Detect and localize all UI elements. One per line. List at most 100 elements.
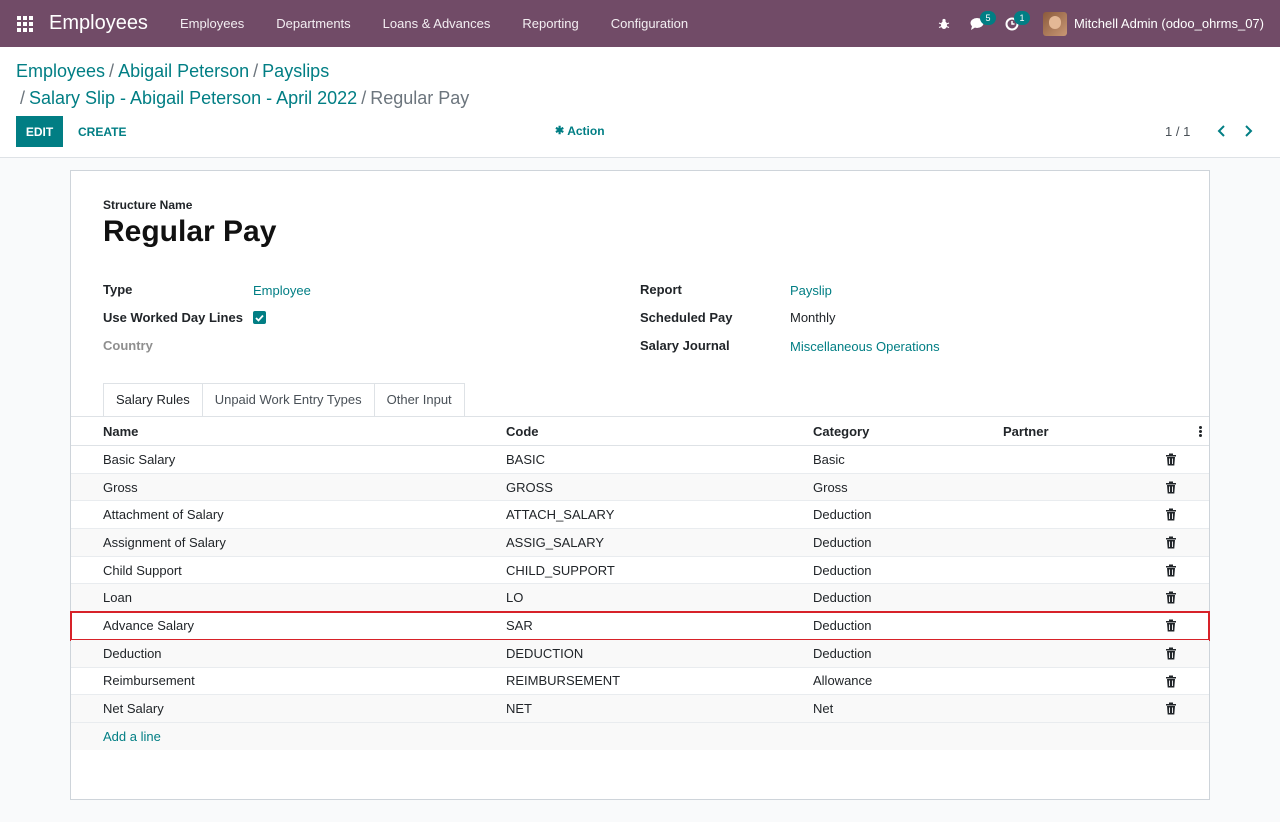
column-category[interactable]: Category [813, 424, 869, 439]
row-name: Deduction [103, 645, 162, 661]
row-code: SAR [506, 617, 533, 633]
salary-journal-value[interactable]: Miscellaneous Operations [790, 339, 940, 354]
add-a-line-link[interactable]: Add a line [103, 729, 161, 744]
table-row[interactable]: Deduction DEDUCTION Deduction [71, 639, 1209, 668]
trash-icon[interactable] [1165, 453, 1177, 466]
column-name[interactable]: Name [103, 424, 138, 439]
scheduled-pay-value: Monthly [790, 310, 836, 325]
row-category: Deduction [813, 645, 872, 661]
table-body: Basic Salary BASIC Basic Gross GROSS Gross A… [70, 446, 1210, 723]
column-partner[interactable]: Partner [1003, 424, 1049, 439]
table-row[interactable]: Basic Salary BASIC Basic [71, 446, 1209, 474]
table-row[interactable]: Assignment of Salary ASSIG_SALARY Deductio… [71, 529, 1209, 557]
row-name: Advance Salary [103, 617, 195, 633]
action-label: Action [567, 124, 605, 138]
trash-icon[interactable] [1165, 591, 1177, 604]
edit-button[interactable]: EDIT [16, 116, 63, 147]
row-name: Reimbursement [103, 673, 195, 689]
salary-rules-table: Name Code Category Partner Basic Salary B… [70, 417, 1210, 750]
breadcrumb-employees[interactable]: Employees [16, 61, 105, 81]
type-value[interactable]: Employee [253, 283, 311, 298]
row-name: Net Salary [103, 701, 164, 717]
trash-icon[interactable] [1165, 564, 1177, 577]
menu-configuration[interactable]: Configuration [595, 0, 704, 47]
pager-previous-icon[interactable] [1209, 119, 1233, 143]
column-code[interactable]: Code [506, 424, 539, 439]
row-category: Gross [813, 479, 848, 495]
row-code: ASSIG_SALARY [506, 534, 605, 550]
trash-icon[interactable] [1165, 702, 1177, 715]
user-avatar [1042, 11, 1067, 36]
pager-value[interactable]: 1 / 1 [1165, 116, 1190, 147]
messages-icon[interactable]: 5 [961, 0, 996, 47]
tab-unpaid-work-entry-types[interactable]: Unpaid Work Entry Types [202, 383, 375, 417]
notebook-tabs: Salary Rules Unpaid Work Entry Types Oth… [103, 383, 465, 417]
structure-name-label: Structure Name [103, 198, 193, 212]
row-category: Deduction [813, 562, 872, 578]
table-row[interactable]: Reimbursement REIMBURSEMENT Allowance [71, 668, 1209, 696]
report-label: Report [640, 282, 682, 297]
table-row[interactable]: Loan LO Deduction [71, 584, 1209, 613]
table-row[interactable]: Gross GROSS Gross [71, 473, 1209, 502]
breadcrumb: Employees / Abigail Peterson / Payslips / Sala… [16, 61, 470, 108]
trash-icon[interactable] [1165, 675, 1177, 688]
table-row[interactable]: Attachment of Salary ATTACH_SALARY Deducti… [71, 501, 1209, 530]
table-row-highlighted[interactable]: Advance Salary SAR Deduction [70, 611, 1210, 641]
menu-reporting[interactable]: Reporting [506, 0, 594, 47]
breadcrumb-employee[interactable]: Abigail Peterson [118, 61, 249, 81]
user-name: Mitchell Admin (odoo_ohrms_07) [1073, 16, 1264, 31]
checkmark-icon [255, 314, 264, 322]
row-code: DEDUCTION [506, 645, 584, 661]
report-value[interactable]: Payslip [790, 283, 832, 298]
menu-loans-advances[interactable]: Loans & Advances [367, 0, 507, 47]
activities-clock-icon[interactable]: 1 [995, 0, 1030, 47]
trash-icon[interactable] [1165, 536, 1177, 549]
row-category: Deduction [813, 507, 872, 523]
user-menu[interactable]: Mitchell Admin (odoo_ohrms_07) [1042, 11, 1264, 36]
apps-menu-icon[interactable] [17, 15, 33, 32]
table-header: Name Code Category Partner [71, 417, 1209, 446]
tab-other-input[interactable]: Other Input [374, 383, 465, 417]
worked-day-lines-checkbox[interactable] [253, 311, 266, 324]
menu-employees[interactable]: Employees [164, 0, 260, 47]
menu-departments[interactable]: Departments [260, 0, 366, 47]
row-name: Child Support [103, 562, 182, 578]
table-row[interactable]: Net Salary NET Net [71, 695, 1209, 723]
add-line-row: Add a line [71, 722, 1209, 750]
worked-day-lines-label: Use Worked Day Lines [103, 310, 243, 325]
breadcrumb-payslips[interactable]: Payslips [262, 61, 329, 81]
main-menu: Employees Departments Loans & Advances R… [164, 0, 704, 47]
trash-icon[interactable] [1165, 508, 1177, 521]
row-code: LO [506, 590, 524, 606]
pager-next-icon[interactable] [1236, 119, 1260, 143]
top-navbar: Employees Employees Departments Loans & … [0, 0, 1280, 47]
row-name: Basic Salary [103, 451, 176, 467]
row-code: BASIC [506, 451, 546, 467]
control-panel: Employees / Abigail Peterson / Payslips / Sala… [0, 47, 1280, 158]
app-name[interactable]: Employees [49, 12, 148, 35]
systray: 5 1 Mitchell Admin (odoo_ohrms_07) [927, 0, 1280, 47]
trash-icon[interactable] [1165, 481, 1177, 494]
form-sheet: Structure Name Regular Pay Type Employee… [70, 170, 1210, 800]
salary-journal-label: Salary Journal [640, 338, 730, 353]
create-button[interactable]: CREATE [70, 116, 134, 147]
row-code: CHILD_SUPPORT [506, 562, 615, 578]
row-category: Deduction [813, 617, 872, 633]
row-name: Gross [103, 479, 138, 495]
row-name: Loan [103, 590, 132, 606]
row-name: Assignment of Salary [103, 534, 226, 550]
row-name: Attachment of Salary [103, 507, 224, 523]
row-category: Net [813, 701, 834, 717]
scheduled-pay-label: Scheduled Pay [640, 310, 733, 325]
debug-bug-icon[interactable] [927, 0, 961, 47]
trash-icon[interactable] [1165, 619, 1177, 632]
trash-icon[interactable] [1165, 647, 1177, 660]
optional-columns-icon[interactable] [1199, 426, 1202, 437]
table-row[interactable]: Child Support CHILD_SUPPORT Deduction [71, 557, 1209, 585]
messages-badge: 5 [979, 11, 996, 25]
action-dropdown[interactable]: ✱ Action [555, 116, 605, 147]
row-category: Basic [813, 451, 845, 467]
tab-salary-rules[interactable]: Salary Rules [103, 383, 203, 417]
gear-icon: ✱ [555, 125, 565, 137]
breadcrumb-salary-slip[interactable]: Salary Slip - Abigail Peterson - April 2… [29, 88, 357, 108]
